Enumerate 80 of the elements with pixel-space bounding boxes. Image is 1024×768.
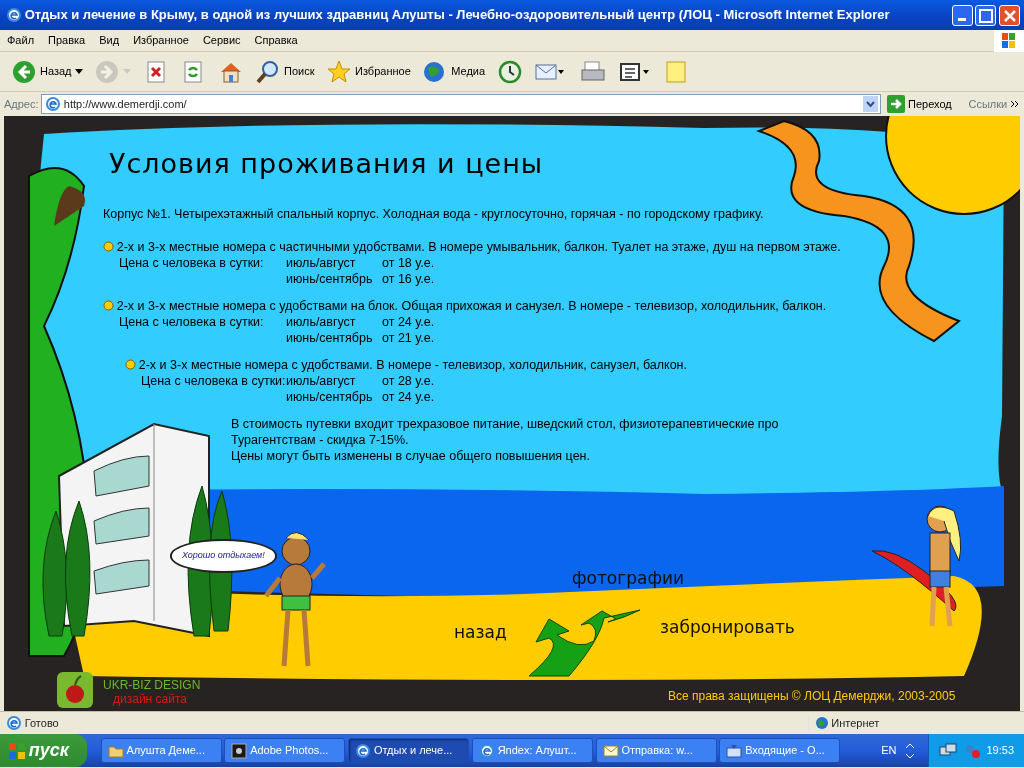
nav-link[interactable]: назад bbox=[454, 620, 507, 646]
room-description: 2-х и 3-х местные номера с частичными удобствами. В номере умывальник, балкон. Туалет на этаже, душ на первом этаже. bbox=[116, 238, 841, 255]
taskbar-button[interactable]: Алушта Деме... bbox=[100, 738, 222, 763]
taskbar-button[interactable]: Яndex: Алушт... bbox=[471, 738, 593, 763]
price-label: Цена с человека в сутки: bbox=[119, 313, 265, 330]
media-button[interactable]: Медиа bbox=[419, 56, 489, 87]
globe-icon bbox=[814, 716, 829, 730]
room-price: от 24 у.е. bbox=[382, 388, 435, 405]
star-icon bbox=[326, 58, 352, 85]
menu-item[interactable]: Справка bbox=[247, 30, 305, 51]
season-period: июль/август bbox=[286, 254, 357, 271]
room-price: от 28 у.е. bbox=[382, 372, 435, 389]
price-label: Цена с человека в сутки: bbox=[141, 372, 286, 389]
taskbar-button[interactable]: Отправка: w... bbox=[595, 738, 717, 763]
go-button[interactable]: Переход bbox=[884, 93, 955, 115]
language-indicator: EN bbox=[881, 743, 897, 759]
minimize-button[interactable] bbox=[951, 4, 973, 26]
room-price: от 21 у.е. bbox=[382, 329, 435, 346]
envelope-icon bbox=[602, 742, 619, 759]
menu-item[interactable]: Избранное bbox=[126, 30, 196, 51]
taskbar-button[interactable]: Adobe Photos... bbox=[224, 738, 346, 763]
window-title: Отдых и лечение в Крыму, в одной из лучших здравниц Алушты - Лечебно-оздоровительный центр (ЛОЦ - Microsoft Internet Explorer bbox=[24, 6, 891, 25]
season-period: июль/август bbox=[286, 372, 357, 389]
note-text: Цены могут быть изменены в случае общего повышения цен. bbox=[231, 447, 591, 464]
maximize-button[interactable] bbox=[975, 4, 997, 26]
minimize-icon bbox=[958, 17, 966, 21]
page-heading: Условия проживания и цены bbox=[109, 147, 545, 181]
room-price: от 24 у.е. bbox=[382, 313, 435, 330]
menu-item[interactable]: Вид bbox=[92, 30, 127, 51]
intro-text: Корпус №1. Четырехэтажный спальный корпус. Холодная вода - круглосуточно, горячая - по городскому графику. bbox=[103, 206, 765, 222]
browser-icon bbox=[478, 742, 495, 759]
links-label: Ссылки bbox=[968, 96, 1008, 112]
bullet-icon bbox=[103, 240, 114, 252]
season-period: июль/август bbox=[286, 313, 357, 330]
address-label: Адрес: bbox=[4, 96, 39, 112]
menu-item[interactable]: Правка bbox=[41, 30, 93, 51]
windows-logo-icon bbox=[8, 741, 26, 760]
close-button[interactable] bbox=[999, 4, 1020, 26]
note-text: В стоимость путевки входит трехразовое питание, шведский стол, физиотерапевтические про bbox=[231, 415, 780, 432]
browser-icon bbox=[45, 96, 62, 112]
browser-icon bbox=[6, 7, 22, 23]
taskbar-button[interactable]: Отдых и лече... bbox=[348, 738, 470, 763]
chevron-icon[interactable] bbox=[1010, 99, 1020, 109]
room-description: 2-х и 3-х местные номера с удобствами на блок. Общая прихожая и санузел. В номере - телевизор, холодильник, балкон. bbox=[116, 297, 827, 314]
status-text: Готово bbox=[24, 715, 60, 731]
clock-icon bbox=[496, 58, 523, 85]
address-field[interactable]: http://www.demerdji.com/ bbox=[41, 94, 882, 114]
price-label: Цена с человека в сутки: bbox=[119, 254, 265, 271]
search-button[interactable]: Поиск bbox=[252, 56, 318, 87]
browser-icon bbox=[6, 715, 22, 731]
cherry-logo-icon bbox=[57, 672, 93, 708]
windows-logo-icon bbox=[994, 29, 1024, 52]
room-price: от 16 у.е. bbox=[382, 270, 435, 287]
favorites-button[interactable]: Избранное bbox=[323, 56, 414, 87]
taskbar-button[interactable]: Входящие - О... bbox=[719, 738, 841, 763]
season-period: июнь/сентябрь bbox=[286, 270, 374, 287]
season-period: июнь/сентябрь bbox=[286, 329, 374, 346]
app-icon bbox=[231, 742, 248, 759]
caret-icon bbox=[123, 68, 132, 75]
season-period: июнь/сентябрь bbox=[286, 388, 374, 405]
bullet-icon bbox=[125, 358, 136, 370]
expand-arrows-icon[interactable] bbox=[904, 741, 915, 760]
copyright-text: Все права защищены © ЛОЦ Демерджи, 2003-2005 bbox=[668, 688, 956, 705]
menu-item[interactable]: Файл bbox=[0, 30, 42, 51]
back-button[interactable]: Назад bbox=[8, 56, 86, 87]
note-text: Турагентствам - скидка 7-15%. bbox=[231, 431, 410, 448]
room-description: 2-х и 3-х местные номера с удобствами. В номере - телевизор, холодильник, санузел, балкон. bbox=[138, 356, 687, 373]
room-price: от 18 у.е. bbox=[382, 254, 435, 271]
menu-item[interactable]: Сервис bbox=[195, 30, 248, 51]
bullet-icon bbox=[103, 299, 114, 311]
clock-text: 19:53 bbox=[986, 743, 1014, 759]
browser-icon bbox=[355, 742, 372, 759]
start-button[interactable]: пуск bbox=[0, 734, 87, 767]
caret-icon bbox=[74, 68, 83, 75]
network-icon[interactable] bbox=[939, 742, 958, 759]
nav-link[interactable]: фотографии bbox=[572, 566, 684, 592]
designer-link[interactable]: дизайн сайта bbox=[113, 690, 187, 708]
nav-link[interactable]: забронировать bbox=[660, 615, 795, 641]
designer-name: UKR-BIZ DESIGN bbox=[103, 677, 201, 693]
zone-text: Интернет bbox=[831, 715, 880, 731]
